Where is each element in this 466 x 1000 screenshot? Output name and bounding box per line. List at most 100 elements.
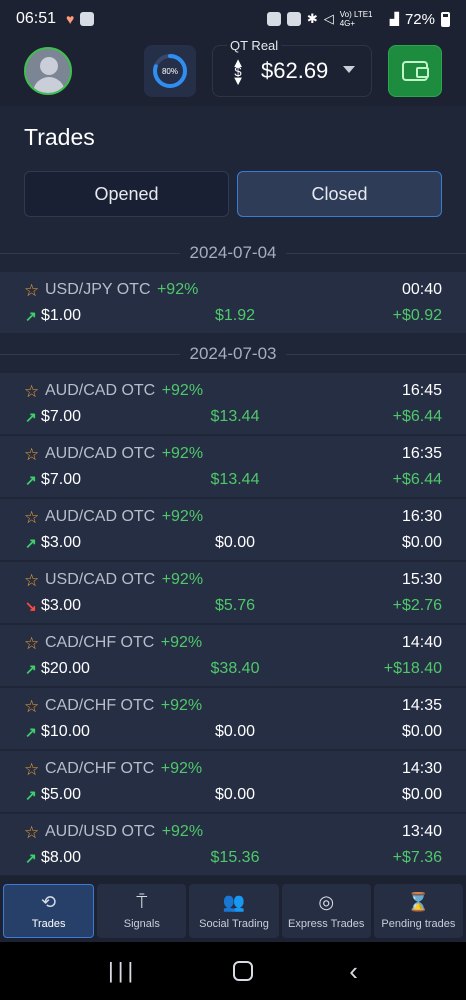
- nav-express-trades[interactable]: ◎ Express Trades: [281, 884, 371, 938]
- payout-percent: +92%: [160, 760, 203, 777]
- arrow-up-right-icon: ↗: [25, 661, 37, 677]
- payout-percent: +92%: [160, 697, 203, 714]
- star-icon[interactable]: ☆: [24, 445, 39, 465]
- payout-percent: +92%: [161, 571, 204, 588]
- trade-row[interactable]: ☆ CAD/CHF OTC +92% 14:30 ↗ $5.00 $0.00 $0.00: [0, 751, 466, 813]
- trade-row[interactable]: ☆ USD/CAD OTC +92% 15:30 ↘ $3.00 $5.76 +$2.76: [0, 562, 466, 624]
- payout-percent: +92%: [161, 382, 204, 399]
- star-icon[interactable]: ☆: [24, 760, 39, 780]
- trade-row[interactable]: ☆ AUD/CAD OTC +92% 16:45 ↗ $7.00 $13.44 +$6.44: [0, 373, 466, 435]
- trade-pair: USD/CAD OTC +92%: [45, 571, 203, 589]
- date-label: 2024-07-04: [179, 243, 287, 263]
- trade-time: 16:35: [401, 445, 442, 462]
- trade-time: 14:35: [401, 697, 442, 714]
- arrow-up-right-icon: ↗: [25, 535, 37, 551]
- hourglass-icon: ⌛: [407, 892, 430, 912]
- nav-trades[interactable]: ⟲ Trades: [3, 884, 95, 938]
- trade-profit: +$2.76: [392, 597, 442, 614]
- trade-payout: $5.76: [214, 597, 256, 614]
- level-progress-button[interactable]: 80%: [144, 45, 196, 97]
- trade-profit: +$18.40: [383, 660, 442, 677]
- star-icon[interactable]: ☆: [24, 281, 39, 301]
- pair-name: AUD/CAD OTC: [45, 508, 156, 525]
- battery-icon: [441, 11, 450, 27]
- pair-name: USD/CAD OTC: [45, 571, 156, 588]
- tab-closed[interactable]: Closed: [237, 171, 442, 217]
- trade-pair: AUD/USD OTC +92%: [45, 823, 203, 841]
- antenna-icon: ⍑: [136, 892, 148, 912]
- system-nav-bar: ||| ‹: [0, 942, 466, 1000]
- payout-percent: +92%: [160, 634, 203, 651]
- tab-opened[interactable]: Opened: [24, 171, 229, 217]
- trade-row[interactable]: ☆ CAD/CHF OTC +92% 14:40 ↗ $20.00 $38.40 +$18.…: [0, 625, 466, 687]
- trade-pair: CAD/CHF OTC +92%: [45, 697, 202, 715]
- trade-time: 15:30: [401, 571, 442, 588]
- trade-row[interactable]: ☆ CAD/CHF OTC +92% 14:35 ↗ $10.00 $0.00 $0.00: [0, 688, 466, 750]
- arrow-up-right-icon: ↗: [25, 472, 37, 488]
- chevron-down-icon: [343, 66, 355, 73]
- trade-amount: $3.00: [41, 534, 82, 551]
- pair-name: CAD/CHF OTC: [45, 697, 155, 714]
- payout-percent: +92%: [161, 445, 204, 462]
- signal-icon: ▟: [389, 12, 399, 26]
- star-icon[interactable]: ☆: [24, 697, 39, 717]
- battery-percent: 72%: [404, 10, 435, 28]
- trade-row[interactable]: ☆ AUD/CAD OTC +92% 16:35 ↗ $7.00 $13.44 +$6.44: [0, 436, 466, 498]
- avatar[interactable]: [24, 47, 72, 95]
- trade-pair: AUD/CAD OTC +92%: [45, 445, 203, 463]
- progress-label: 80%: [161, 66, 178, 76]
- status-time: 06:51: [16, 10, 57, 27]
- trade-list[interactable]: 2024-07-04 ☆ USD/JPY OTC +92% 00:40 ↗ $1.00 $1…: [0, 234, 466, 877]
- star-icon[interactable]: ☆: [24, 823, 39, 843]
- trade-payout: $1.92: [214, 307, 256, 324]
- mute-icon: ◁: [323, 11, 334, 26]
- arrow-up-right-icon: ↗: [25, 409, 37, 425]
- arrow-down-right-icon: ↘: [25, 598, 37, 614]
- trade-profit: +$0.92: [392, 307, 442, 324]
- pair-name: AUD/CAD OTC: [45, 382, 156, 399]
- nav-social-trading[interactable]: 👥 Social Trading: [189, 884, 279, 938]
- notification-icon: [266, 12, 281, 26]
- trade-amount: $10.00: [41, 723, 90, 740]
- signal-text: Vo) LTE1 4G+: [339, 10, 373, 28]
- nav-pending-trades[interactable]: ⌛ Pending trades: [373, 884, 464, 938]
- trade-time: 14:40: [401, 634, 442, 651]
- trade-amount: $7.00: [41, 408, 82, 425]
- trade-payout: $13.44: [210, 471, 260, 488]
- trade-amount: $5.00: [41, 786, 82, 803]
- trade-profit: +$6.44: [392, 471, 442, 488]
- star-icon[interactable]: ☆: [24, 508, 39, 528]
- trade-amount: $20.00: [41, 660, 90, 677]
- nav-label: Social Trading: [199, 918, 269, 930]
- trade-row[interactable]: ☆ USD/JPY OTC +92% 00:40 ↗ $1.00 $1.92 +$0.92: [0, 272, 466, 334]
- trade-payout: $0.00: [214, 786, 256, 803]
- home-icon[interactable]: [233, 961, 254, 981]
- bottom-nav: ⟲ Trades ⍑ Signals 👥 Social Trading ◎ Express T…: [0, 880, 466, 942]
- trade-row[interactable]: ☆ AUD/CAD OTC +92% 16:30 ↗ $3.00 $0.00 $0.00: [0, 499, 466, 561]
- trade-profit: $0.00: [401, 534, 442, 551]
- pair-name: AUD/USD OTC: [45, 823, 156, 840]
- recents-icon[interactable]: |||: [108, 958, 137, 984]
- pair-name: CAD/CHF OTC: [45, 760, 155, 777]
- star-icon[interactable]: ☆: [24, 634, 39, 654]
- trade-pair: AUD/CAD OTC +92%: [45, 508, 203, 526]
- wallet-button[interactable]: [388, 45, 442, 97]
- trade-row[interactable]: ☆ AUD/USD OTC +92% 13:40 ↗ $8.00 $15.36 +$7.36: [0, 814, 466, 876]
- trade-amount: $7.00: [41, 471, 82, 488]
- trade-payout: $0.00: [214, 723, 256, 740]
- star-icon[interactable]: ☆: [24, 382, 39, 402]
- app-header: 80% QT Real ▲ $ ▼ $62.69: [0, 38, 466, 104]
- star-icon[interactable]: ☆: [24, 571, 39, 591]
- nav-label: Trades: [31, 918, 66, 930]
- history-icon: ⟲: [41, 892, 57, 912]
- payout-percent: +92%: [161, 823, 204, 840]
- account-selector[interactable]: QT Real ▲ $ ▼ $62.69: [212, 38, 372, 97]
- payout-percent: +92%: [156, 281, 199, 298]
- trade-time: 14:30: [401, 760, 442, 777]
- trades-panel: Trades Opened Closed 2024-07-04 ☆ USD/JPY …: [0, 106, 466, 876]
- back-icon[interactable]: ‹: [349, 956, 358, 987]
- nav-signals[interactable]: ⍑ Signals: [97, 884, 187, 938]
- pair-name: AUD/CAD OTC: [45, 445, 156, 462]
- date-separator: 2024-07-03: [0, 335, 466, 373]
- date-label: 2024-07-03: [179, 344, 287, 364]
